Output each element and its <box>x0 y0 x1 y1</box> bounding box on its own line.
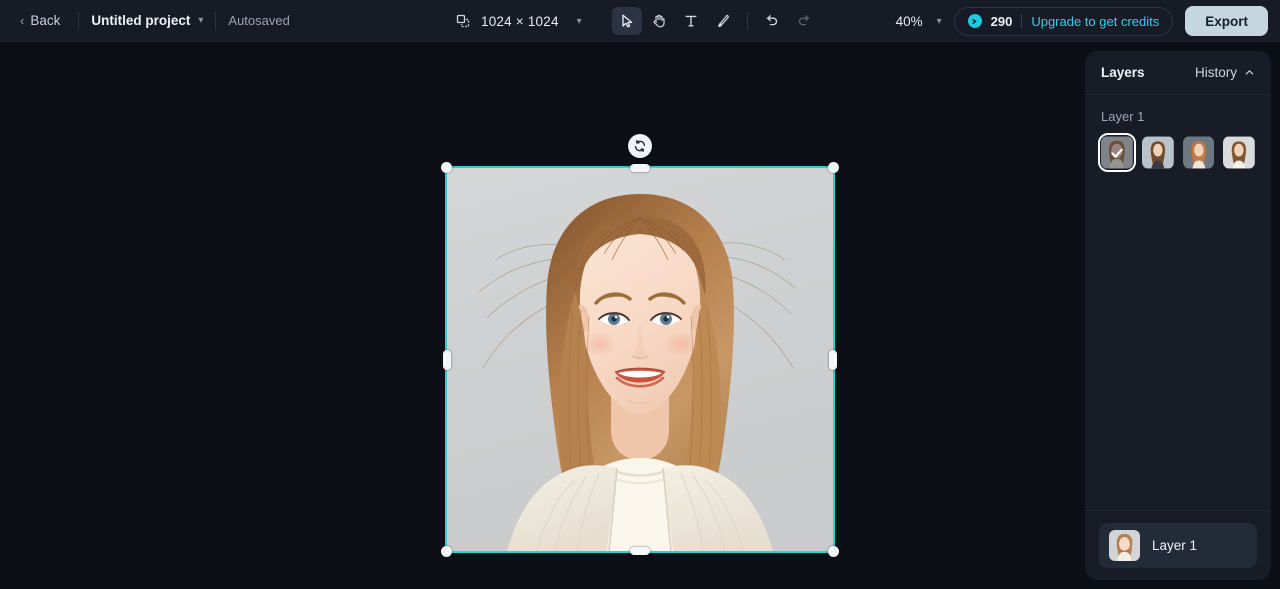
top-bar: ‹ Back Untitled project ▾ Autosaved 1024… <box>0 0 1280 42</box>
resize-handle-top-right[interactable] <box>828 162 839 173</box>
divider <box>215 11 217 30</box>
upgrade-link[interactable]: Upgrade to get credits <box>1031 14 1159 29</box>
project-name: Untitled project <box>91 13 191 28</box>
select-tool[interactable] <box>612 7 642 35</box>
layer-row-name: Layer 1 <box>1152 538 1198 553</box>
variant-thumbnail-2[interactable] <box>1141 136 1174 169</box>
divider <box>747 12 748 30</box>
layers-panel-title: Layers <box>1101 65 1145 80</box>
zoom-level: 40% <box>895 13 923 29</box>
redo-button[interactable] <box>789 7 819 35</box>
thumb-image <box>1141 136 1174 169</box>
refresh-icon <box>634 140 646 152</box>
variant-thumbnails <box>1098 133 1255 172</box>
canvas-image <box>447 168 833 551</box>
back-label: Back <box>30 13 61 28</box>
brush-tool[interactable] <box>708 7 738 35</box>
right-panel-body: Layer 1 <box>1085 95 1271 510</box>
autosaved-status: Autosaved <box>228 13 290 28</box>
credits-badge[interactable]: 290 Upgrade to get credits <box>953 6 1174 36</box>
variant-thumbnail-1[interactable] <box>1098 133 1136 172</box>
credits-count: 290 <box>990 13 1013 29</box>
image-editor-app: ‹ Back Untitled project ▾ Autosaved 1024… <box>0 0 1280 589</box>
layer-row-thumbnail <box>1109 530 1140 561</box>
chevron-left-icon: ‹ <box>20 13 25 28</box>
history-toggle[interactable]: History <box>1195 65 1255 80</box>
regenerate-button[interactable] <box>628 134 652 158</box>
text-tool[interactable] <box>676 7 706 35</box>
resize-handle-top-left[interactable] <box>441 162 452 173</box>
undo-button[interactable] <box>757 7 787 35</box>
resize-handle-top[interactable] <box>630 164 650 172</box>
resize-handle-bottom-left[interactable] <box>441 546 452 557</box>
right-panel-footer: Layer 1 <box>1085 510 1271 580</box>
resize-handle-bottom-right[interactable] <box>828 546 839 557</box>
top-bar-right: 40% ▾ 290 Upgrade to get credits Export <box>896 0 1268 42</box>
thumb-image <box>1223 136 1255 169</box>
variant-thumbnail-4[interactable] <box>1223 136 1255 169</box>
back-button[interactable]: ‹ Back <box>14 9 66 32</box>
check-icon <box>1101 136 1133 169</box>
thumb-image <box>1182 136 1215 169</box>
canvas-frame-icon <box>455 13 471 29</box>
resize-handle-left[interactable] <box>443 349 451 370</box>
divider <box>1021 14 1023 28</box>
hand-tool[interactable] <box>644 7 674 35</box>
canvas-size-value: 1024 × 1024 <box>481 13 559 29</box>
canvas-size-control[interactable]: 1024 × 1024 ▾ <box>455 0 582 42</box>
layer-row[interactable]: Layer 1 <box>1099 523 1257 568</box>
top-bar-left: ‹ Back Untitled project ▾ Autosaved <box>0 9 290 32</box>
export-button[interactable]: Export <box>1185 6 1268 36</box>
canvas-area[interactable] <box>0 42 1086 589</box>
divider <box>78 11 80 30</box>
layer-group-label: Layer 1 <box>1101 109 1145 124</box>
credit-coin-icon <box>967 14 982 28</box>
resize-handle-bottom[interactable] <box>630 547 650 555</box>
chevron-down-icon: ▾ <box>576 15 582 27</box>
image-selection[interactable] <box>441 162 839 557</box>
right-panel: Layers History Layer 1 Layer 1 <box>1085 51 1271 580</box>
chevron-down-icon: ▾ <box>198 15 204 26</box>
chevron-down-icon: ▾ <box>936 15 942 27</box>
resize-handle-right[interactable] <box>829 349 837 370</box>
zoom-control[interactable]: 40% ▾ <box>896 14 942 29</box>
project-name-menu[interactable]: Untitled project ▾ <box>91 13 203 28</box>
tool-group <box>612 0 819 42</box>
variant-thumbnail-3[interactable] <box>1182 136 1215 169</box>
right-panel-header: Layers History <box>1085 51 1271 95</box>
chevron-up-icon <box>1245 70 1254 75</box>
history-label: History <box>1194 65 1237 80</box>
